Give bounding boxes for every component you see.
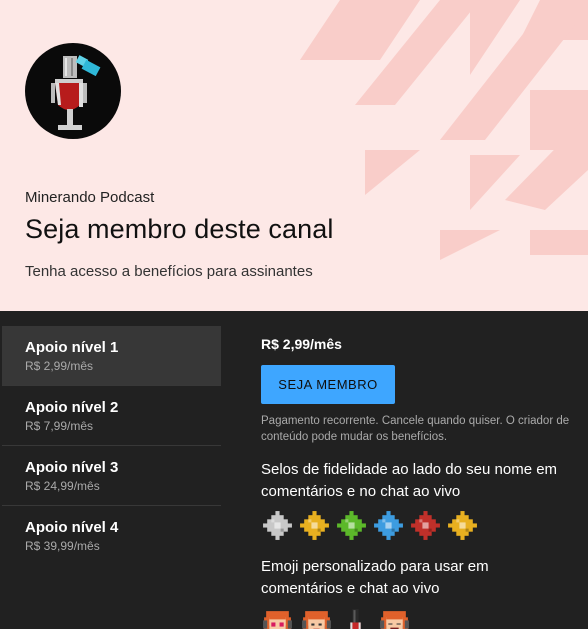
girl-smile-emoji-icon [302,610,331,629]
tier-item-4[interactable]: Apoio nível 4 R$ 39,99/mês [2,506,221,566]
tier-price: R$ 7,99/mês [25,419,94,433]
page-subtitle: Tenha acesso a benefícios para assinante… [25,263,313,280]
tier-item-2[interactable]: Apoio nível 2 R$ 7,99/mês [2,386,221,446]
perk-emoji-title: Emoji personalizado para usar em comentá… [261,558,489,597]
loyalty-badge-icon [300,510,329,540]
loyalty-badge-icon [411,510,440,540]
tier-price: R$ 24,99/mês [25,479,100,493]
channel-name: Minerando Podcast [25,189,155,206]
girl-laughing-emoji-icon [380,610,409,629]
join-button[interactable]: SEJA MEMBRO [261,365,395,404]
loyalty-badges [261,508,571,542]
tier-list: Apoio nível 1 R$ 2,99/mês Apoio nível 2 … [2,326,221,566]
loyalty-badge-icon [263,510,292,540]
billing-note: Pagamento recorrente. Cancele quando qui… [261,415,570,443]
channel-avatar[interactable] [25,43,121,139]
girl-heart-eyes-emoji-icon [263,610,292,629]
tier-price: R$ 39,99/mês [25,539,100,553]
tier-item-1[interactable]: Apoio nível 1 R$ 2,99/mês [2,326,221,386]
loyalty-badge-icon [337,510,366,540]
loyalty-badge-icon [374,510,403,540]
membership-panel: Apoio nível 1 R$ 2,99/mês Apoio nível 2 … [0,311,588,629]
tier-name: Apoio nível 4 [25,519,119,536]
microphone-emoji-icon [350,608,361,629]
tier-detail: R$ 2,99/mês SEJA MEMBRO Pagamento recorr… [261,336,571,629]
tier-price: R$ 2,99/mês [25,359,94,373]
custom-emojis [261,605,571,629]
tier-item-3[interactable]: Apoio nível 3 R$ 24,99/mês [2,446,221,506]
page-title: Seja membro deste canal [25,214,334,244]
loyalty-badge-icon [448,510,477,540]
tier-name: Apoio nível 1 [25,339,119,356]
tier-name: Apoio nível 3 [25,459,119,476]
microphone-logo-icon [51,55,101,130]
perk-badges-title: Selos de fidelidade ao lado do seu nome … [261,461,558,500]
tier-name: Apoio nível 2 [25,399,119,416]
channel-header: Minerando Podcast Seja membro deste cana… [0,0,588,311]
tier-detail-price: R$ 2,99/mês [261,336,342,352]
